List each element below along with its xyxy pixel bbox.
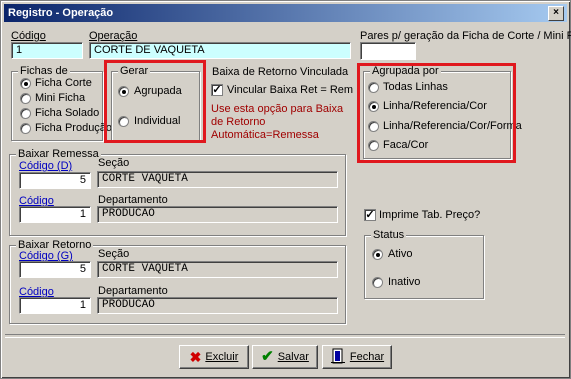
ficha-producao-label: Ficha Produção [35, 122, 113, 134]
codigo-input[interactable]: 1 [11, 42, 83, 59]
inativo-label: Inativo [388, 276, 421, 288]
excluir-button[interactable]: ✖ Excluir [179, 345, 249, 369]
pares-label: Pares p/ geração da Ficha de Corte / Min… [360, 30, 571, 42]
ativo-label: Ativo [388, 248, 413, 260]
mini-ficha-label: Mini Ficha [35, 92, 86, 104]
remessa-depto-label: Departamento [98, 194, 168, 206]
retorno-depto-label: Departamento [98, 285, 168, 297]
salvar-button[interactable]: ✔ Salvar [252, 345, 318, 369]
status-title: Status [371, 229, 407, 241]
pares-input[interactable] [360, 42, 416, 60]
radio-ficha-solado[interactable] [20, 108, 31, 119]
imprime-checkbox[interactable]: ✓ [364, 209, 376, 221]
retorno-secao-field: CORTE VAQUETA [97, 261, 338, 278]
fichas-de-title: Fichas de [18, 65, 70, 77]
radio-ativo[interactable] [372, 249, 383, 260]
remessa-secao-field: CORTE VAQUETA [97, 171, 338, 188]
operacao-label: Operação [89, 30, 138, 42]
door-exit-icon [330, 348, 346, 367]
fechar-label: Fechar [349, 351, 385, 363]
remessa-codigo-link[interactable]: Código (D) [19, 160, 72, 172]
retorno-depto-field: PRODUCAO [97, 297, 338, 314]
remessa-secao-label: Seção [98, 157, 130, 169]
salvar-label: Salvar [277, 351, 309, 363]
close-icon: × [553, 7, 559, 18]
highlight-gerar [104, 60, 206, 143]
close-button[interactable]: × [548, 6, 564, 21]
baixa-retorno-note: Use esta opção para Baixa de Retorno Aut… [211, 103, 344, 141]
fechar-button[interactable]: Fechar [322, 345, 392, 369]
retorno-depto-codigo-input[interactable]: 1 [19, 297, 91, 314]
status-group: Status [364, 229, 484, 299]
remessa-depto-field: PRODUCAO [97, 206, 338, 223]
radio-mini-ficha[interactable] [20, 93, 31, 104]
imprime-label: Imprime Tab. Preço? [379, 209, 481, 221]
retorno-codigo-input[interactable]: 5 [19, 261, 91, 278]
operacao-input[interactable]: CORTE DE VAQUETA [89, 42, 351, 59]
baixa-retorno-title: Baixa de Retorno Vinculada [212, 66, 349, 78]
footer-separator [5, 334, 565, 338]
baixar-remessa-title: Baixar Remessa [16, 148, 101, 160]
title-bar: Registro - Operação × [4, 4, 567, 22]
delete-x-icon: ✖ [189, 349, 202, 365]
radio-inativo[interactable] [372, 277, 383, 288]
remessa-depto-codigo-input[interactable]: 1 [19, 206, 91, 223]
radio-ficha-corte[interactable] [20, 78, 31, 89]
retorno-secao-label: Seção [98, 248, 130, 260]
checkmark-icon: ✔ [261, 348, 274, 365]
radio-ficha-producao[interactable] [20, 123, 31, 134]
vincular-checkbox[interactable]: ✓ [211, 84, 223, 96]
ficha-corte-label: Ficha Corte [35, 77, 92, 89]
excluir-label: Excluir [205, 351, 239, 363]
vincular-label: Vincular Baixa Ret = Rem [227, 84, 354, 96]
codigo-label: Código [11, 30, 46, 42]
ficha-solado-label: Ficha Solado [35, 107, 100, 119]
window-title: Registro - Operação [8, 7, 114, 19]
remessa-codigo-input[interactable]: 5 [19, 172, 91, 189]
highlight-agrupada-por [357, 63, 516, 163]
